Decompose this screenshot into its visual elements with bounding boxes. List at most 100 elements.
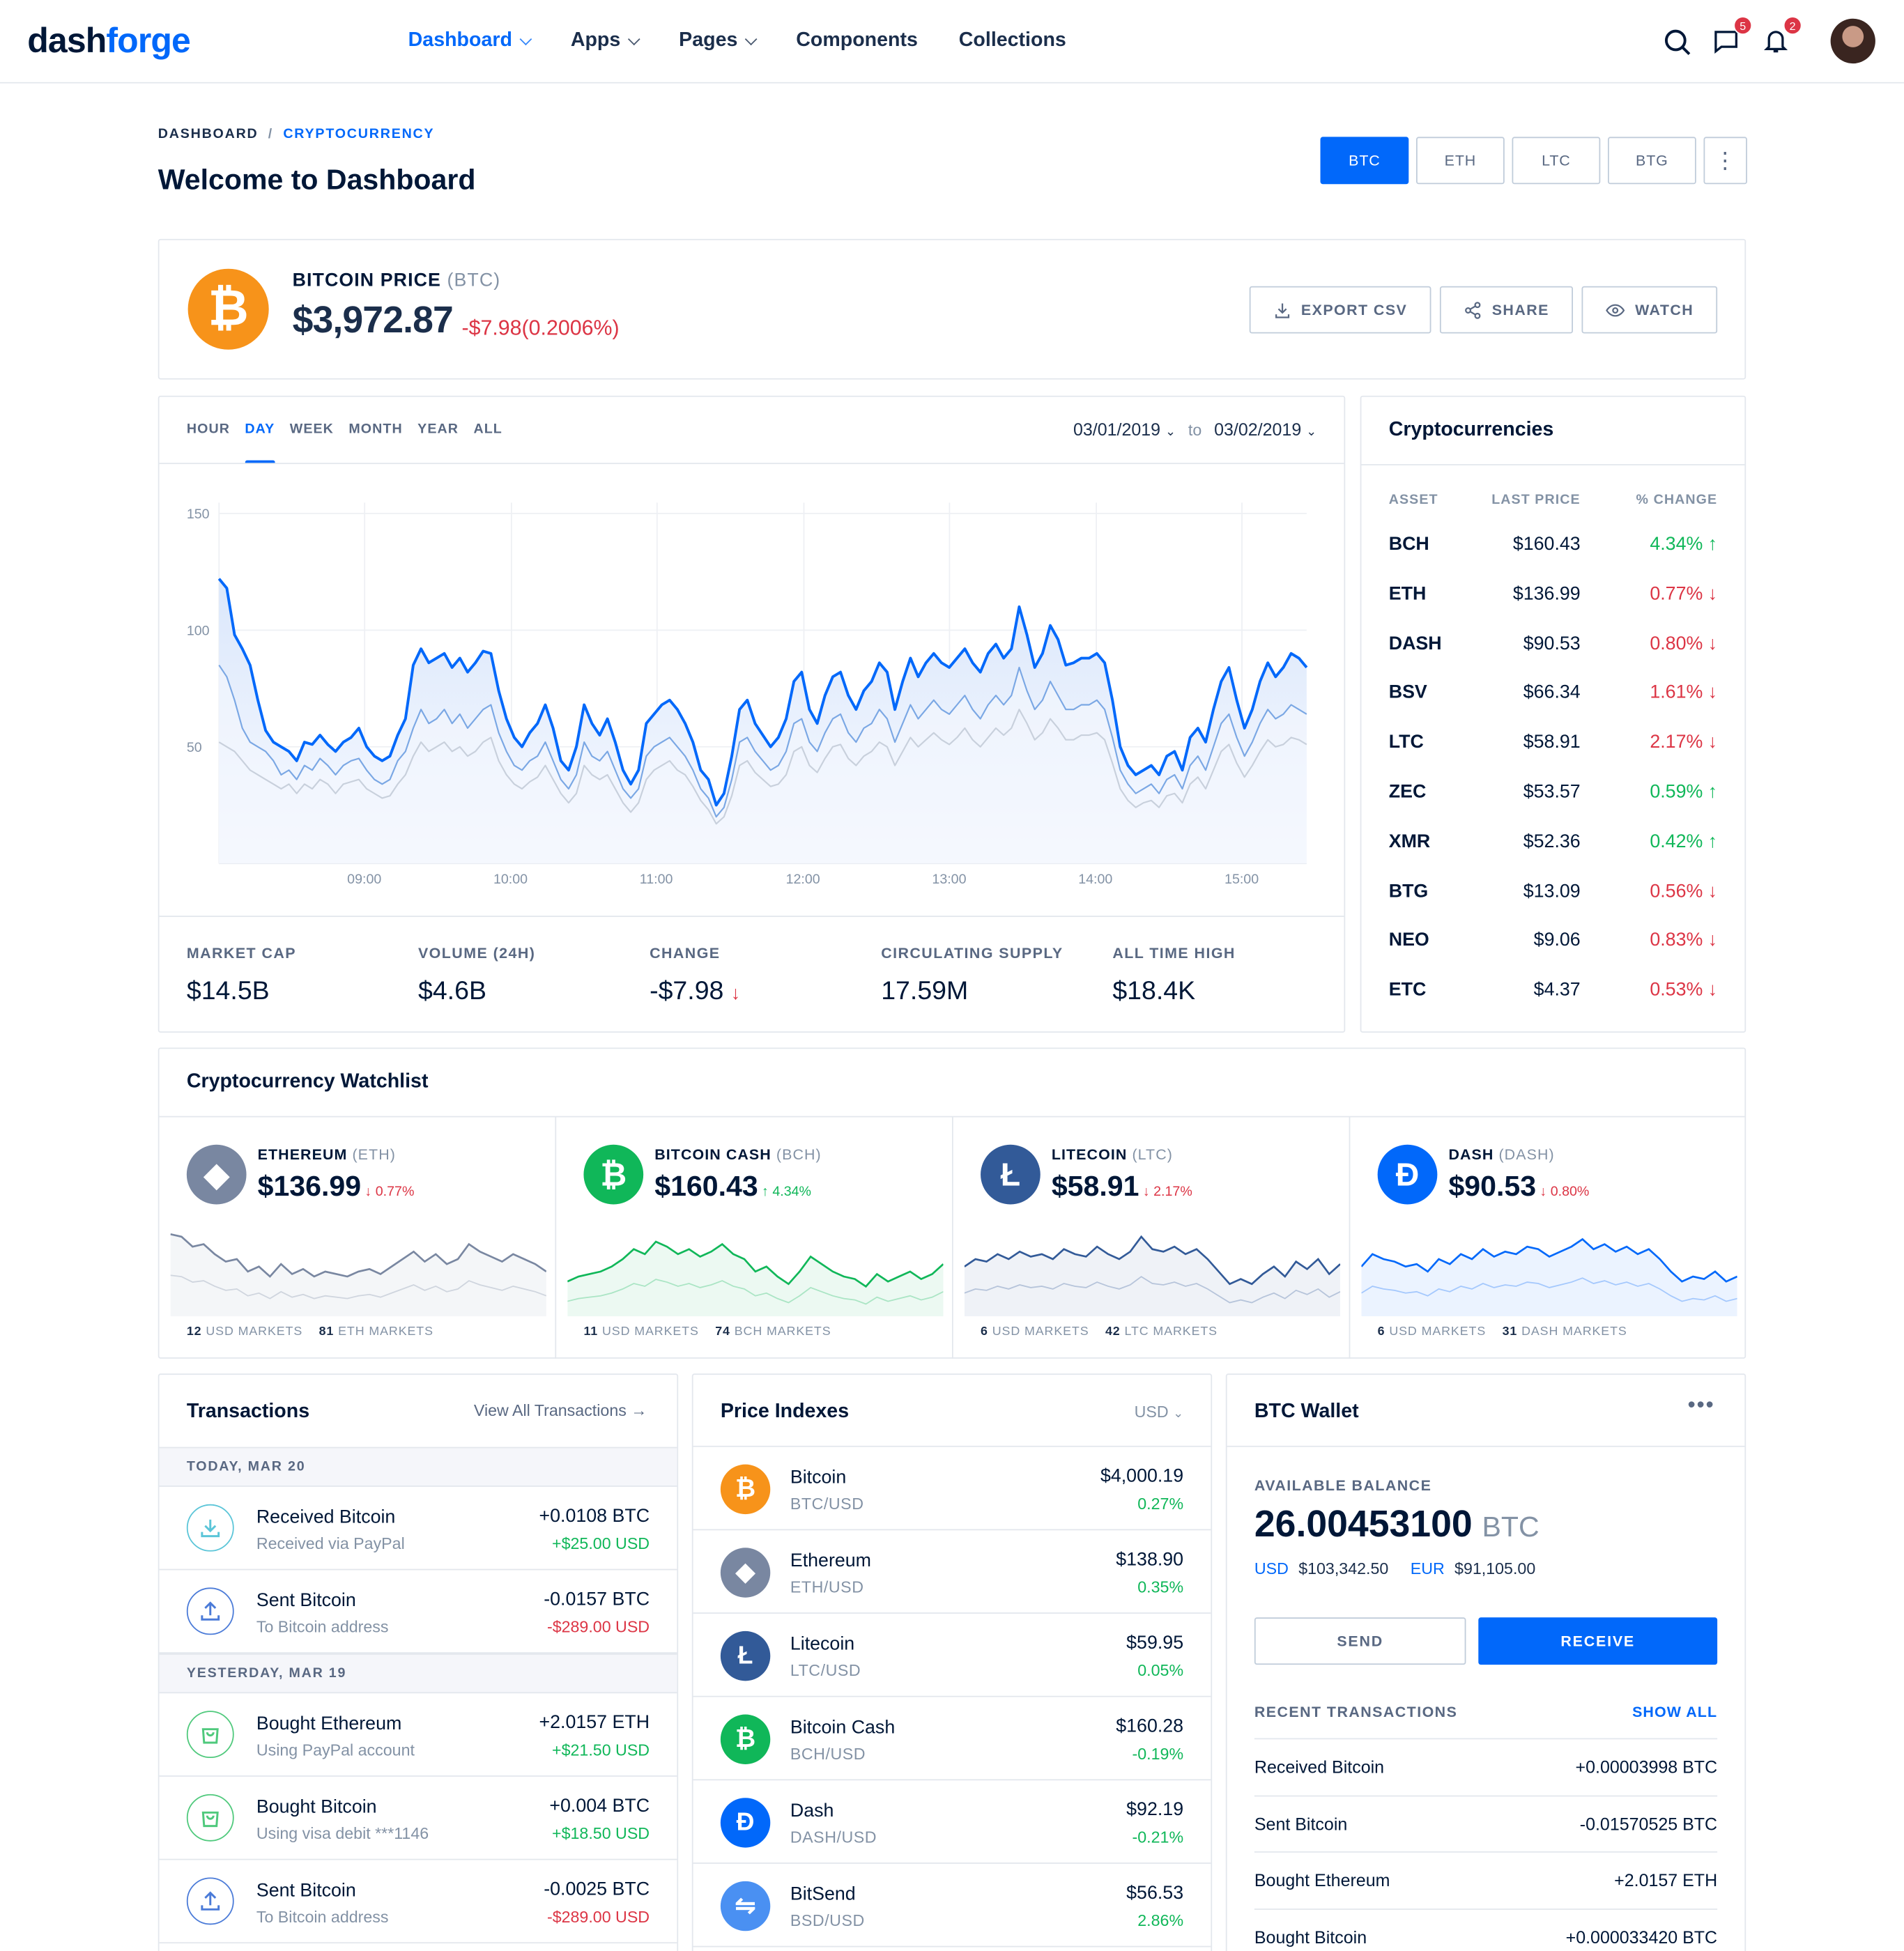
sparkline-chart <box>567 1240 944 1317</box>
tab-btg[interactable]: BTG <box>1607 137 1696 185</box>
nav-dashboard[interactable]: Dashboard <box>408 30 532 52</box>
search-icon[interactable] <box>1663 27 1693 57</box>
crypto-row-bch[interactable]: BCH $160.43 4.34% ↑ <box>1389 534 1717 564</box>
x-tick-label: 15:00 <box>1224 872 1259 887</box>
col-change: % CHANGE <box>1636 493 1718 508</box>
send-icon <box>186 1877 234 1925</box>
bitcoin-logo-icon: ₿ <box>187 268 269 350</box>
crypto-row-zec[interactable]: ZEC $53.57 0.59% ↑ <box>1389 781 1717 811</box>
markets-count: 12 USD MARKETS 81 ETH MARKETS <box>186 1325 433 1339</box>
tab-ltc[interactable]: LTC <box>1512 137 1601 185</box>
messages-button[interactable]: 5 <box>1712 16 1753 57</box>
chevron-down-icon <box>519 32 532 45</box>
range-year[interactable]: YEAR <box>417 422 459 436</box>
range-month[interactable]: MONTH <box>348 422 402 436</box>
crypto-row-xmr[interactable]: XMR $52.36 0.42% ↑ <box>1389 831 1717 861</box>
watchlist-title: Cryptocurrency Watchlist <box>186 1071 429 1093</box>
view-all-transactions-link[interactable]: View All Transactions → <box>474 1401 647 1420</box>
breadcrumb-current: CRYPTOCURRENCY <box>283 127 435 142</box>
ethereum-icon: ◆ <box>720 1548 771 1598</box>
crypto-row-bsv[interactable]: BSV $66.34 1.61% ↓ <box>1389 682 1717 712</box>
date-range: 03/01/2019 ⌄ to 03/02/2019 ⌄ <box>1073 419 1317 440</box>
bitcoin-cash-icon: ₿ <box>583 1144 644 1205</box>
crypto-row-eth[interactable]: ETH $136.99 0.77% ↓ <box>1389 583 1717 613</box>
receive-icon <box>186 1504 234 1552</box>
range-all[interactable]: ALL <box>473 422 502 436</box>
wallet-recent-row[interactable]: Received Bitcoin +0.00003998 BTC <box>1254 1738 1718 1794</box>
transaction-row[interactable]: Bought Ethereum Using PayPal account +2.01… <box>159 1693 677 1777</box>
bag-icon <box>186 1711 234 1759</box>
breadcrumb-root[interactable]: DASHBOARD <box>158 127 259 141</box>
price-index-row-litecoin[interactable]: Ł Litecoin LTC/USD $59.95 0.05% <box>693 1614 1211 1697</box>
show-all-link[interactable]: SHOW ALL <box>1632 1703 1717 1720</box>
price-indexes-title: Price Indexes <box>720 1401 850 1422</box>
stat-market-cap: MARKET CAP $14.5B <box>186 944 296 1005</box>
nav-pages[interactable]: Pages <box>679 30 757 52</box>
main-nav: Dashboard Apps Pages Components Collections <box>408 30 1107 52</box>
transaction-row[interactable]: Sent Bitcoin To Bitcoin address -0.0157 BT… <box>159 1570 677 1654</box>
transaction-row[interactable]: Sent Bitcoin To Bitcoin address -0.0025 BT… <box>159 1860 677 1944</box>
watchlist-item-bitcoin-cash[interactable]: ₿ BITCOIN CASH (BCH) $160.43 ↑ 4.34% 11 USD … <box>556 1117 953 1359</box>
nav-collections[interactable]: Collections <box>959 30 1066 52</box>
wallet-recent-row[interactable]: Sent Bitcoin -0.01570525 BTC <box>1254 1794 1718 1851</box>
x-tick-label: 10:00 <box>493 872 528 887</box>
available-balance-label: AVAILABLE BALANCE <box>1254 1476 1432 1495</box>
notifications-button[interactable]: 2 <box>1762 16 1802 57</box>
more-options-button[interactable]: ⋮ <box>1703 137 1747 185</box>
date-from-select[interactable]: 03/01/2019 ⌄ <box>1073 419 1176 440</box>
range-week[interactable]: WEEK <box>290 422 334 436</box>
export-csv-button[interactable]: EXPORT CSV <box>1248 286 1431 334</box>
range-day[interactable]: DAY <box>245 422 275 465</box>
recent-transactions-label: RECENT TRANSACTIONS <box>1254 1703 1458 1721</box>
logo[interactable]: dashforge <box>27 21 191 61</box>
x-tick-label: 12:00 <box>786 872 820 887</box>
price-indexes-card: Price Indexes USD ⌄ ₿ Bitcoin BTC/USD $4,00… <box>691 1373 1213 1951</box>
watchlist-item-litecoin[interactable]: Ł LITECOIN (LTC) $58.91 ↓ 2.17% 6 USD MARKET… <box>953 1117 1351 1359</box>
send-button[interactable]: SEND <box>1254 1617 1466 1665</box>
nav-apps[interactable]: Apps <box>571 30 640 52</box>
arrow-down-icon: ↓ <box>730 982 741 1004</box>
user-avatar[interactable] <box>1830 18 1875 64</box>
receive-button[interactable]: RECEIVE <box>1478 1617 1718 1665</box>
messages-badge: 5 <box>1733 16 1753 35</box>
wallet-menu-button[interactable]: ••• <box>1687 1392 1714 1418</box>
nav-components[interactable]: Components <box>796 30 918 52</box>
wallet-recent-row[interactable]: Bought Bitcoin +0.000033420 BTC <box>1254 1908 1718 1951</box>
cryptocurrencies-title: Cryptocurrencies <box>1388 419 1554 441</box>
price-index-row-bitcoin[interactable]: ₿ Bitcoin BTC/USD $4,000.19 0.27% <box>693 1447 1211 1531</box>
transaction-row[interactable]: Received Bitcoin Received via PayPal +0.01… <box>159 1487 677 1571</box>
transaction-date-header: YESTERDAY, MAR 19 <box>159 1653 677 1694</box>
price-card-title: BITCOIN PRICE (BTC) <box>292 270 501 291</box>
price-area-chart: 150 100 50 09:00 10:00 11:00 12:00 13:00 14:00 15… <box>187 502 1308 887</box>
crypto-row-dash[interactable]: DASH $90.53 0.80% ↓ <box>1389 633 1717 663</box>
crypto-row-ltc[interactable]: LTC $58.91 2.17% ↓ <box>1389 732 1717 762</box>
currency-select[interactable]: USD ⌄ <box>1135 1402 1183 1421</box>
transactions-card: Transactions View All Transactions → TOD… <box>158 1373 679 1951</box>
watchlist-item-dash[interactable]: Đ DASH (DASH) $90.53 ↓ 0.80% 6 USD MARKETS 3… <box>1350 1117 1747 1358</box>
crypto-row-neo[interactable]: NEO $9.06 0.83% ↓ <box>1389 930 1717 960</box>
bitcoin-price: $3,972.87 <box>292 300 454 341</box>
price-index-row-dash[interactable]: Đ Dash DASH/USD $92.19 -0.21% <box>693 1780 1211 1864</box>
wallet-fiat-values: USD $103,342.50 EUR $91,105.00 <box>1254 1559 1536 1578</box>
price-index-row-bitcoin-cash[interactable]: ₿ Bitcoin Cash BCH/USD $160.28 -0.19% <box>693 1697 1211 1781</box>
transaction-row[interactable]: Bought Bitcoin Using visa debit ***1146 +0… <box>159 1777 677 1860</box>
bitcoin-price-card: ₿ BITCOIN PRICE (BTC) $3,972.87 -$7.98(0… <box>158 238 1746 380</box>
transaction-date-header: TODAY, MAR 20 <box>159 1447 677 1487</box>
range-hour[interactable]: HOUR <box>187 422 230 436</box>
wallet-recent-row[interactable]: Bought Ethereum +2.0157 ETH <box>1254 1851 1718 1907</box>
watch-button[interactable]: WATCH <box>1581 286 1718 334</box>
transactions-title: Transactions <box>186 1401 310 1422</box>
crypto-row-btg[interactable]: BTG $13.09 0.56% ↓ <box>1389 880 1717 910</box>
price-index-row-ethereum[interactable]: ◆ Ethereum ETH/USD $138.90 0.35% <box>693 1530 1211 1614</box>
date-to-select[interactable]: 03/02/2019 ⌄ <box>1214 419 1316 440</box>
markets-count: 6 USD MARKETS 42 LTC MARKETS <box>981 1325 1218 1339</box>
y-tick-label: 100 <box>187 623 210 638</box>
crypto-row-etc[interactable]: ETC $4.37 0.53% ↓ <box>1389 980 1717 1010</box>
bitcoin-icon: ₿ <box>720 1464 771 1515</box>
share-button[interactable]: SHARE <box>1439 286 1573 334</box>
tab-btc[interactable]: BTC <box>1320 137 1409 185</box>
watchlist-card: Cryptocurrency Watchlist ◆ ETHEREUM (ETH)… <box>158 1047 1747 1359</box>
price-index-row-bitsend[interactable]: ⇋ BitSend BSD/USD $56.53 2.86% <box>693 1864 1211 1948</box>
watchlist-item-ethereum[interactable]: ◆ ETHEREUM (ETH) $136.99 ↓ 0.77% 12 USD MARK… <box>160 1117 557 1359</box>
tab-eth[interactable]: ETH <box>1416 137 1505 185</box>
